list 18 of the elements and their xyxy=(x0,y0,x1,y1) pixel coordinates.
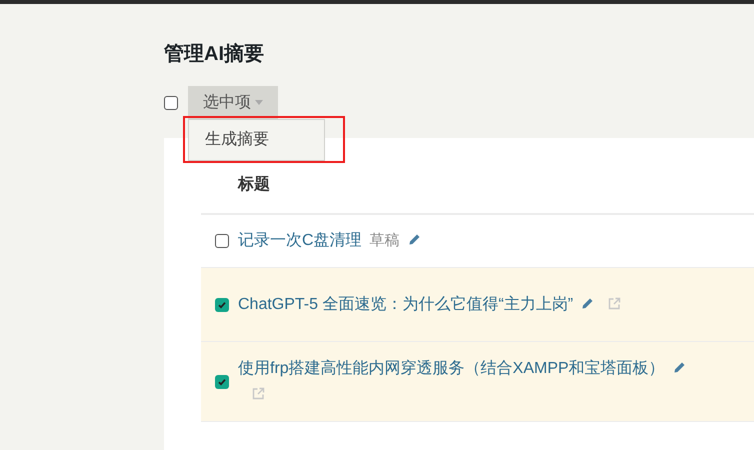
post-title-link[interactable]: 记录一次C盘清理 xyxy=(238,232,362,249)
checkmark-icon xyxy=(217,300,227,310)
checkbox[interactable] xyxy=(215,298,229,312)
post-title-link[interactable]: 使用frp搭建高性能内网穿透服务（结合XAMPP和宝塔面板） xyxy=(238,360,665,376)
caret-icon xyxy=(255,100,263,105)
column-header: 标题 xyxy=(238,174,270,195)
bulk-actions-button[interactable]: 选中项 xyxy=(188,86,278,119)
checkbox[interactable] xyxy=(215,234,229,248)
edit-icon[interactable] xyxy=(581,296,594,310)
edit-icon[interactable] xyxy=(408,233,421,246)
edit-icon[interactable] xyxy=(672,360,686,374)
menu-item[interactable]: 生成摘要 xyxy=(189,120,324,160)
status-label: 草稿 xyxy=(370,232,400,249)
post-title-link[interactable]: ChatGPT-5 全面速览：为什么它值得“主力上岗” xyxy=(238,296,574,312)
checkmark-icon xyxy=(217,376,227,386)
page-title: 管理AI摘要 xyxy=(164,42,265,67)
checkbox[interactable] xyxy=(164,96,178,110)
checkbox[interactable] xyxy=(215,374,229,388)
